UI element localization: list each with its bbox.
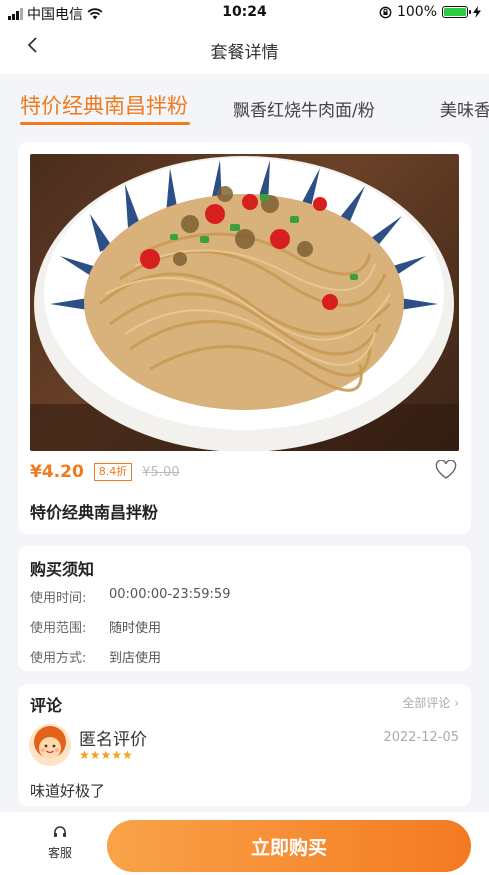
original-price: ¥5.00 xyxy=(142,464,180,480)
reviewer-name: 匿名评价 xyxy=(79,730,147,750)
active-tab-indicator xyxy=(20,122,190,125)
product-name: 特价经典南昌拌粉 xyxy=(30,503,159,522)
tab-braised-beef-noodles[interactable]: 飘香红烧牛肉面/粉 xyxy=(233,96,375,121)
notice-value: 00:00:00-23:59:59 xyxy=(109,587,231,602)
notice-value: 到店使用 xyxy=(109,651,162,666)
product-card: ¥4.20 8.4折 ¥5.00 特价经典南昌拌粉 xyxy=(18,142,471,534)
review-text: 味道好极了 xyxy=(30,782,106,800)
battery-percent: 100% xyxy=(396,4,437,20)
tab-special-nanchang-noodles[interactable]: 特价经典南昌拌粉 xyxy=(20,90,188,120)
notice-title: 购买须知 xyxy=(30,560,95,579)
all-reviews-link[interactable]: 全部评论 › xyxy=(402,694,459,711)
heart-icon xyxy=(435,459,457,479)
notice-key: 使用方式: xyxy=(30,651,87,666)
notice-row-time: 使用时间: 00:00:00-23:59:59 xyxy=(30,587,230,606)
charging-icon xyxy=(473,6,481,18)
reviews-card: 评论 全部评论 › 匿名评价 ★★★★★ 2022-12-05 味道好极了 xyxy=(18,684,471,806)
status-bar: 中国电信 10:24 100% xyxy=(0,0,489,26)
page-title: 套餐详情 xyxy=(210,43,279,63)
price-row: ¥4.20 8.4折 ¥5.00 xyxy=(30,462,180,482)
purchase-notice-card: 购买须知 使用时间: 00:00:00-23:59:59 使用范围: 随时使用 … xyxy=(18,546,471,671)
all-reviews-label: 全部评论 xyxy=(402,696,451,710)
customer-service-button[interactable]: 客服 xyxy=(40,824,80,861)
notice-value: 随时使用 xyxy=(109,621,162,636)
headset-icon xyxy=(54,826,66,837)
avatar xyxy=(29,724,71,766)
tab-delicious[interactable]: 美味香 xyxy=(440,96,489,121)
rating-stars: ★★★★★ xyxy=(79,748,133,762)
service-label: 客服 xyxy=(47,846,72,860)
chevron-right-icon: › xyxy=(454,696,459,710)
category-tabs: 特价经典南昌拌粉 飘香红烧牛肉面/粉 美味香 xyxy=(0,86,489,130)
notice-key: 使用时间: xyxy=(30,591,87,606)
buy-now-button[interactable]: 立即购买 xyxy=(107,820,471,872)
reviews-title: 评论 xyxy=(30,696,63,715)
price: ¥4.20 xyxy=(30,462,84,482)
orientation-lock-icon xyxy=(379,6,392,18)
food-image xyxy=(30,154,459,451)
battery-icon xyxy=(442,6,471,18)
notice-row-scope: 使用范围: 随时使用 xyxy=(30,617,161,636)
nav-bar: 套餐详情 xyxy=(0,26,489,74)
review-date: 2022-12-05 xyxy=(383,730,459,745)
bottom-action-bar: 客服 立即购买 xyxy=(0,812,489,875)
notice-row-method: 使用方式: 到店使用 xyxy=(30,647,161,666)
notice-key: 使用范围: xyxy=(30,621,87,636)
favorite-button[interactable] xyxy=(435,459,457,484)
discount-badge: 8.4折 xyxy=(93,463,133,481)
status-right: 100% xyxy=(379,4,481,20)
